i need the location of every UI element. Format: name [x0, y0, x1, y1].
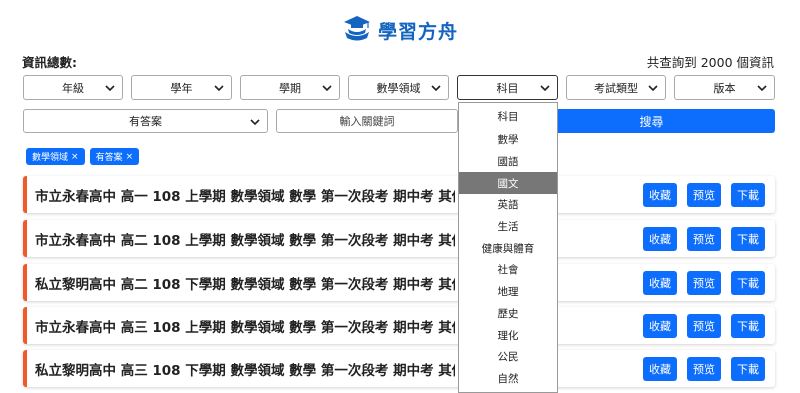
chevron-down-icon	[539, 80, 551, 96]
favorite-button[interactable]: 收藏	[643, 271, 677, 295]
logo-text: 學習方舟	[377, 20, 458, 43]
search-button[interactable]: 搜尋	[528, 109, 775, 133]
preview-button[interactable]: 预览	[687, 227, 721, 251]
subject-select[interactable]: 科目	[457, 75, 558, 100]
answer-select[interactable]: 有答案	[23, 109, 268, 133]
subject-select-label: 科目	[496, 81, 519, 95]
chevron-down-icon	[104, 80, 116, 96]
site-logo[interactable]: 學習方舟	[0, 12, 800, 48]
favorite-button[interactable]: 收藏	[643, 357, 677, 381]
grade-select[interactable]: 年級	[23, 75, 123, 100]
download-button[interactable]: 下載	[731, 227, 765, 251]
close-icon[interactable]: ×	[126, 152, 134, 162]
exam-type-select-label: 考試類型	[594, 81, 638, 95]
edition-select-label: 版本	[713, 81, 736, 95]
filter-bar: 年級 學年 學期 數學領域 科目 考試類型 版本	[23, 75, 775, 100]
subject-option[interactable]: 公民	[459, 346, 557, 368]
preview-button[interactable]: 预览	[687, 314, 721, 338]
subject-option[interactable]: 英語	[459, 194, 557, 216]
subject-option[interactable]: 數學	[459, 129, 557, 151]
result-title[interactable]: 市立永春高中 高三 108 上學期 數學領域 數學 第一次段考 期中考 其他 試…	[35, 316, 455, 336]
result-item: 市立永春高中 高二 108 上學期 數學領域 數學 第一次段考 期中考 其他 試…	[23, 220, 775, 257]
subject-option[interactable]: 歷史	[459, 303, 557, 325]
total-count: 共查詢到 2000 個資訊	[646, 55, 774, 70]
domain-select[interactable]: 數學領域	[348, 75, 449, 100]
answer-select-label: 有答案	[129, 115, 162, 128]
school-year-select[interactable]: 學年	[131, 75, 232, 100]
subject-option[interactable]: 自然	[459, 368, 557, 390]
result-item: 市立永春高中 高一 108 上學期 數學領域 數學 第一次段考 期中考 其他 試…	[23, 176, 775, 213]
favorite-button[interactable]: 收藏	[643, 314, 677, 338]
filter-tag-label: 數學領域	[32, 153, 69, 163]
result-title[interactable]: 私立黎明高中 高三 108 下學期 數學領域 數學 第一次段考 期中考 其他 試…	[35, 359, 455, 379]
result-title[interactable]: 市立永春高中 高一 108 上學期 數學領域 數學 第一次段考 期中考 其他 試…	[35, 185, 455, 205]
result-item: 市立永春高中 高三 108 上學期 數學領域 數學 第一次段考 期中考 其他 試…	[23, 307, 775, 344]
semester-select[interactable]: 學期	[240, 75, 340, 100]
favorite-button[interactable]: 收藏	[643, 227, 677, 251]
subject-dropdown-list: 科目 數學 國語 國文 英語 生活 健康與體育 社會 地理 歷史 理化 公民 自…	[458, 102, 558, 393]
subject-option[interactable]: 理化	[459, 324, 557, 346]
subject-option[interactable]: 健康與體育	[459, 237, 557, 259]
preview-button[interactable]: 预览	[687, 183, 721, 207]
subject-option-highlighted[interactable]: 國文	[459, 172, 557, 195]
chevron-down-icon	[430, 80, 442, 96]
filter-tag-label: 有答案	[95, 153, 123, 163]
result-item: 私立黎明高中 高三 108 下學期 數學領域 數學 第一次段考 期中考 其他 試…	[23, 350, 775, 387]
chevron-down-icon	[756, 80, 768, 96]
edition-select[interactable]: 版本	[674, 75, 775, 100]
favorite-button[interactable]: 收藏	[643, 183, 677, 207]
result-title[interactable]: 私立黎明高中 高二 108 下學期 數學領域 數學 第一次段考 期中考 其他 試…	[35, 273, 455, 293]
school-year-select-label: 學年	[170, 81, 193, 95]
download-button[interactable]: 下載	[731, 314, 765, 338]
keyword-input[interactable]	[276, 109, 458, 133]
chevron-down-icon	[647, 80, 659, 96]
download-button[interactable]: 下載	[731, 271, 765, 295]
grade-select-label: 年級	[62, 81, 84, 95]
subject-option[interactable]: 社會	[459, 259, 557, 281]
download-button[interactable]: 下載	[731, 183, 765, 207]
exam-type-select[interactable]: 考試類型	[566, 75, 666, 100]
total-label: 資訊總數:	[22, 55, 77, 70]
subject-option[interactable]: 生活	[459, 216, 557, 238]
result-title[interactable]: 市立永春高中 高二 108 上學期 數學領域 數學 第一次段考 期中考 其他 試…	[35, 229, 455, 249]
subject-option[interactable]: 國語	[459, 151, 557, 173]
filter-tag-domain[interactable]: 數學領域 ×	[26, 148, 85, 165]
active-filter-tags: 數學領域 × 有答案 ×	[26, 148, 140, 165]
subject-option[interactable]: 科目	[459, 103, 557, 129]
chevron-down-icon	[213, 80, 225, 96]
domain-select-label: 數學領域	[376, 81, 421, 95]
filter-tag-answer[interactable]: 有答案 ×	[89, 148, 140, 165]
graduation-cap-icon	[342, 13, 372, 47]
download-button[interactable]: 下載	[731, 357, 765, 381]
semester-select-label: 學期	[279, 81, 301, 95]
preview-button[interactable]: 预览	[687, 357, 721, 381]
chevron-down-icon	[321, 80, 333, 96]
result-item: 私立黎明高中 高二 108 下學期 數學領域 數學 第一次段考 期中考 其他 試…	[23, 264, 775, 301]
subject-option[interactable]: 地理	[459, 281, 557, 303]
close-icon[interactable]: ×	[71, 152, 79, 162]
chevron-down-icon	[249, 114, 261, 130]
preview-button[interactable]: 预览	[687, 271, 721, 295]
